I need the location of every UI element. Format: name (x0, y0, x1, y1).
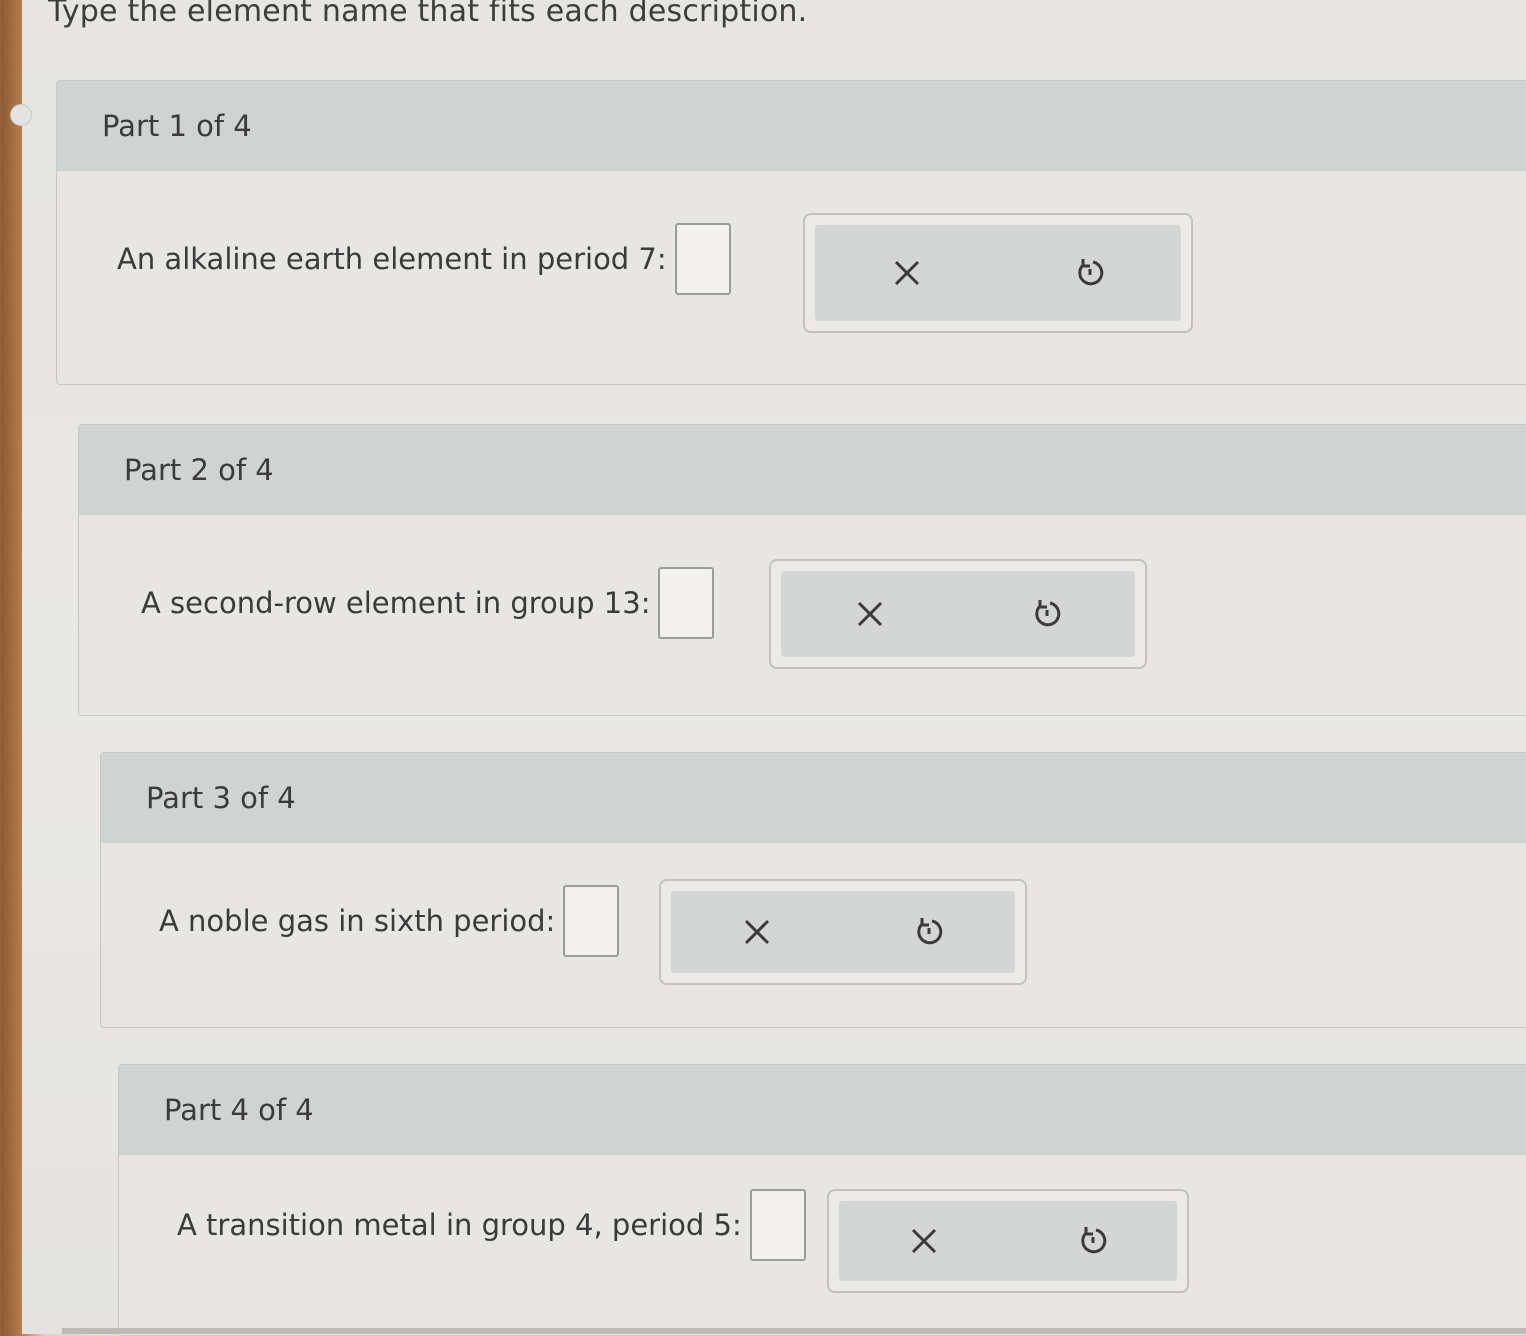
part-1-answer-input[interactable] (674, 223, 731, 295)
part-1-panel: Part 1 of 4 An alkaline earth element in… (56, 80, 1526, 385)
part-3-controls (659, 879, 1027, 985)
undo-icon (917, 918, 943, 945)
part-2-prompt: A second-row element in group 13: (141, 586, 651, 620)
part-4-controls (827, 1189, 1189, 1293)
part-4-answer-input[interactable] (749, 1189, 806, 1261)
part-3-answer-input[interactable] (563, 885, 620, 957)
part-2-controls-bar (781, 571, 1135, 657)
part-3-controls-bar (671, 891, 1015, 973)
undo-icon (1077, 259, 1103, 286)
bottom-divider (62, 1328, 1526, 1334)
part-1-header: Part 1 of 4 (57, 81, 1526, 171)
part-4-reset-button[interactable] (1069, 1217, 1117, 1265)
side-marker-icon (10, 104, 32, 126)
part-2-answer-input[interactable] (658, 567, 715, 639)
page: Type the element name that fits each des… (10, 0, 1526, 1336)
part-1-clear-button[interactable] (883, 249, 931, 297)
part-4-body: A transition metal in group 4, period 5: (119, 1155, 1526, 1335)
part-1-reset-button[interactable] (1066, 249, 1114, 297)
instruction-text: Type the element name that fits each des… (48, 0, 808, 29)
part-1-prompt: An alkaline earth element in period 7: (117, 242, 667, 276)
part-2-clear-button[interactable] (846, 590, 894, 638)
part-3-clear-button[interactable] (733, 908, 781, 956)
part-4-header: Part 4 of 4 (119, 1065, 1526, 1155)
part-3-prompt-row: A noble gas in sixth period: (159, 885, 620, 957)
part-1-body: An alkaline earth element in period 7: (57, 171, 1526, 384)
part-4-panel: Part 4 of 4 A transition metal in group … (118, 1064, 1526, 1336)
part-1-controls (803, 213, 1193, 333)
part-2-header: Part 2 of 4 (79, 425, 1526, 515)
part-3-header: Part 3 of 4 (101, 753, 1526, 843)
part-3-body: A noble gas in sixth period: (101, 843, 1526, 1027)
part-4-clear-button[interactable] (900, 1217, 948, 1265)
close-icon (857, 601, 882, 627)
part-4-prompt: A transition metal in group 4, period 5: (177, 1208, 742, 1242)
close-icon (894, 260, 919, 286)
close-icon (744, 919, 770, 945)
part-2-panel: Part 2 of 4 A second-row element in grou… (78, 424, 1526, 716)
part-3-prompt: A noble gas in sixth period: (159, 904, 556, 938)
part-2-reset-button[interactable] (1023, 590, 1071, 638)
part-3-reset-button[interactable] (905, 908, 953, 956)
part-2-body: A second-row element in group 13: (79, 515, 1526, 715)
part-3-panel: Part 3 of 4 A noble gas in sixth period: (100, 752, 1526, 1028)
part-4-prompt-row: A transition metal in group 4, period 5: (177, 1189, 806, 1261)
part-4-controls-bar (839, 1201, 1177, 1281)
part-2-prompt-row: A second-row element in group 13: (141, 567, 715, 639)
undo-icon (1034, 600, 1060, 627)
part-1-prompt-row: An alkaline earth element in period 7: (117, 223, 731, 295)
part-1-controls-bar (815, 225, 1181, 321)
part-2-controls (769, 559, 1147, 669)
close-icon (911, 1228, 936, 1254)
undo-icon (1080, 1227, 1106, 1254)
